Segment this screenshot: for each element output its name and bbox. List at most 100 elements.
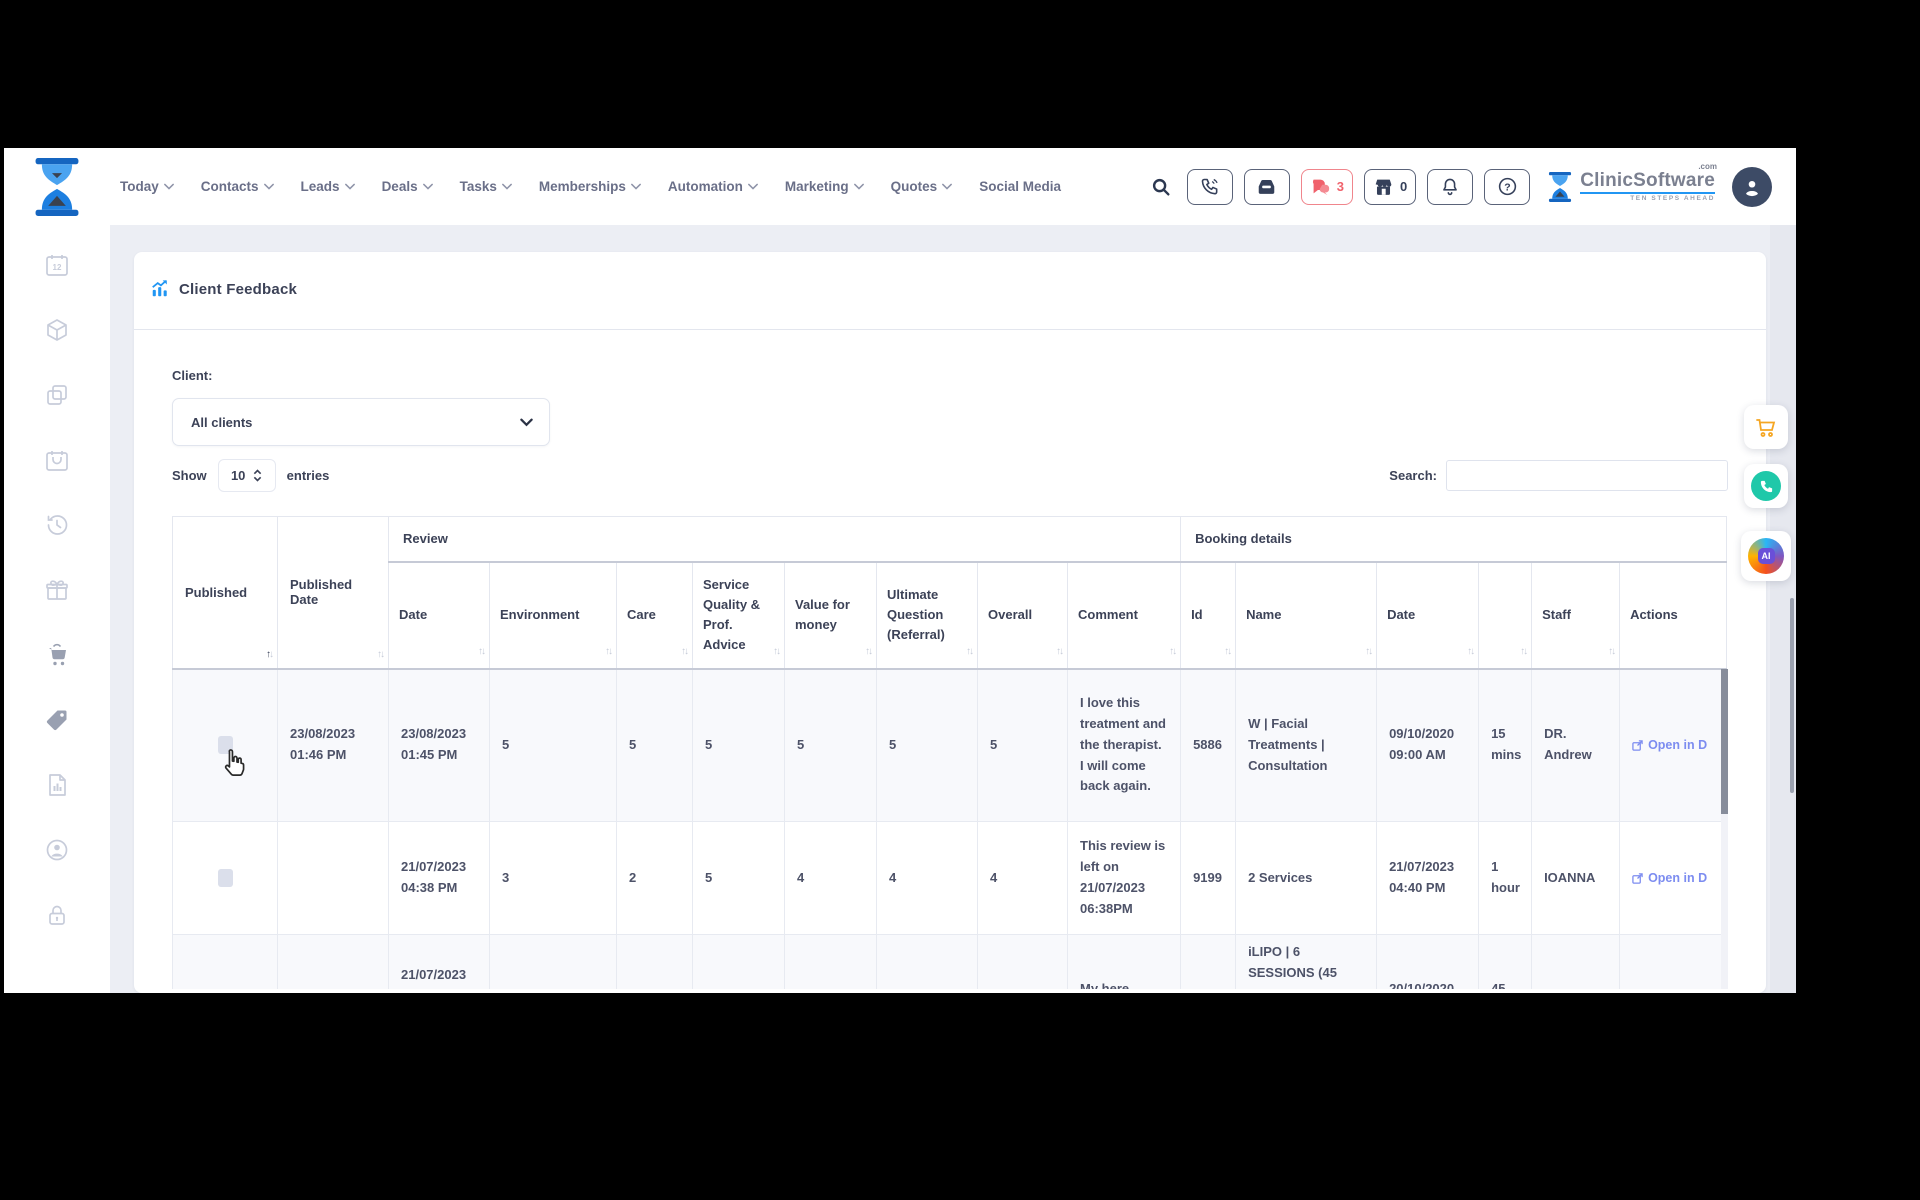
cell: 21/07/2023 04:40 PM: [1376, 821, 1480, 935]
nav-item-memberships[interactable]: Memberships: [539, 179, 641, 194]
col-header-ultimate-question-referral-[interactable]: Ultimate Question (Referral) ↑↓: [876, 561, 978, 670]
col-header-service-quality-prof-advice[interactable]: Service Quality & Prof. Advice ↑↓: [692, 561, 785, 670]
col-header-environment[interactable]: Environment ↑↓: [489, 561, 617, 670]
table-search-input[interactable]: [1446, 460, 1728, 491]
client-filter-label: Client:: [172, 368, 213, 383]
help-button[interactable]: ?: [1484, 168, 1531, 205]
notifications-button[interactable]: [1427, 168, 1474, 205]
main-content: Client Feedback Client: All clients Show…: [110, 225, 1796, 993]
nav-item-quotes[interactable]: Quotes: [891, 179, 953, 194]
col-header-value-for-money[interactable]: Value for money ↑↓: [784, 561, 877, 670]
svg-text:12: 12: [53, 263, 62, 272]
cart-float-button[interactable]: [1744, 405, 1788, 449]
col-header-id[interactable]: Id ↑↓: [1180, 561, 1237, 670]
col-header-care[interactable]: Care ↑↓: [616, 561, 693, 670]
nav-item-tasks[interactable]: Tasks: [460, 179, 512, 194]
row-checkbox[interactable]: [217, 736, 233, 755]
card-header: Client Feedback: [134, 252, 1766, 330]
sort-icons: ↑↓: [266, 648, 274, 660]
copy-icon[interactable]: [44, 382, 70, 408]
package-icon[interactable]: [44, 317, 70, 343]
cart-icon[interactable]: [44, 642, 70, 668]
cell: 45: [1478, 934, 1533, 989]
col-header-published[interactable]: Published ↑↓: [172, 516, 278, 670]
phone-button[interactable]: [1186, 168, 1233, 205]
nav-item-today[interactable]: Today: [120, 179, 174, 194]
cell: [784, 934, 877, 989]
show-label: Show: [172, 468, 207, 483]
chat-badge: 3: [1336, 179, 1344, 194]
main-nav: Today Contacts Leads Deals Tasks Memberships A…: [120, 179, 1061, 194]
page-scrollbar-track[interactable]: [1770, 225, 1796, 993]
tag-icon[interactable]: [44, 707, 70, 733]
call-float-button[interactable]: [1744, 464, 1788, 508]
nav-item-marketing[interactable]: Marketing: [785, 179, 864, 194]
client-select[interactable]: All clients: [172, 398, 550, 446]
col-header-date[interactable]: Date ↑↓: [388, 561, 490, 670]
row-checkbox[interactable]: [217, 869, 233, 887]
app-window: Today Contacts Leads Deals Tasks Memberships A…: [4, 148, 1796, 993]
table-scrollbar-handle[interactable]: [1721, 669, 1728, 814]
entries-select[interactable]: 10: [217, 459, 276, 492]
sort-icons: ↑↓: [1608, 646, 1616, 657]
col-header-name[interactable]: Name ↑↓: [1235, 561, 1378, 670]
history-icon[interactable]: [44, 512, 70, 538]
chat-notifications-button[interactable]: 3: [1300, 168, 1353, 205]
hourglass-logo-icon: [35, 157, 79, 216]
cell: [277, 934, 389, 989]
phone-icon: [1760, 480, 1772, 492]
open-in-diary-link[interactable]: Open in D: [1632, 868, 1714, 888]
group-header-booking: Booking details: [1180, 516, 1728, 563]
brand-logo[interactable]: .com ClinicSoftware TEN STEPS AHEAD: [1547, 162, 1717, 205]
col-header-duration[interactable]: ↑↓: [1478, 561, 1533, 670]
store-button[interactable]: 0: [1363, 168, 1417, 205]
cell: [1531, 934, 1621, 989]
col-header-overall[interactable]: Overall ↑↓: [977, 561, 1068, 670]
inbox-button[interactable]: [1243, 168, 1290, 205]
cart-icon: [1756, 419, 1776, 437]
cell: 5: [692, 668, 785, 822]
col-header-published-date[interactable]: Published Date ↑↓: [277, 516, 389, 670]
cell-actions: Open in D: [1619, 668, 1728, 822]
client-select-value: All clients: [191, 414, 253, 430]
app-logo[interactable]: [4, 157, 110, 216]
nav-item-leads[interactable]: Leads: [301, 179, 355, 194]
nav-item-contacts[interactable]: Contacts: [201, 179, 274, 194]
nav-item-deals[interactable]: Deals: [382, 179, 433, 194]
feedback-table: Published ↑↓ Published Date ↑↓ Review Bo…: [172, 516, 1728, 989]
cell-actions: Open in D: [1619, 821, 1728, 935]
sort-icons: ↑↓: [681, 646, 689, 657]
cell: W | Facial Treatments | Consultation: [1235, 668, 1378, 822]
calendar-icon[interactable]: 12: [44, 252, 70, 278]
cell: [876, 934, 978, 989]
search-icon[interactable]: [1150, 176, 1172, 198]
table-controls: Show 10 entries Search:: [172, 459, 1728, 492]
col-header-comment[interactable]: Comment ↑↓: [1066, 561, 1182, 670]
col-header-staff[interactable]: Staff ↑↓: [1531, 561, 1621, 670]
col-header-date[interactable]: Date ↑↓: [1376, 561, 1480, 670]
ai-assistant-button[interactable]: AI: [1741, 531, 1791, 581]
page-scrollbar-handle[interactable]: [1790, 598, 1794, 793]
cell: 4: [977, 821, 1068, 935]
lock-icon[interactable]: [44, 902, 70, 928]
brand-tagline: TEN STEPS AHEAD: [1580, 191, 1715, 203]
cell: I love this treatment and the therapist.…: [1066, 668, 1182, 822]
sort-icons: ↑↓: [1056, 646, 1064, 657]
calendar-booking-icon[interactable]: [44, 447, 70, 473]
nav-item-automation[interactable]: Automation: [668, 179, 758, 194]
report-icon[interactable]: [44, 772, 70, 798]
open-in-diary-link[interactable]: Open in D: [1632, 735, 1714, 755]
cell: [616, 934, 693, 989]
user-circle-icon[interactable]: [44, 837, 70, 863]
nav-item-social-media[interactable]: Social Media: [979, 179, 1061, 194]
chevron-down-icon: [263, 183, 274, 190]
user-avatar[interactable]: [1732, 166, 1772, 207]
cell: 23/08/2023 01:46 PM: [277, 668, 389, 822]
gift-icon[interactable]: [44, 577, 70, 603]
col-header-actions: Actions: [1619, 561, 1728, 670]
cell: [277, 821, 389, 935]
entries-label: entries: [286, 468, 330, 483]
brand-hourglass-icon: [1549, 171, 1572, 202]
cell: 5: [489, 668, 617, 822]
ai-icon: AI: [1757, 548, 1775, 564]
